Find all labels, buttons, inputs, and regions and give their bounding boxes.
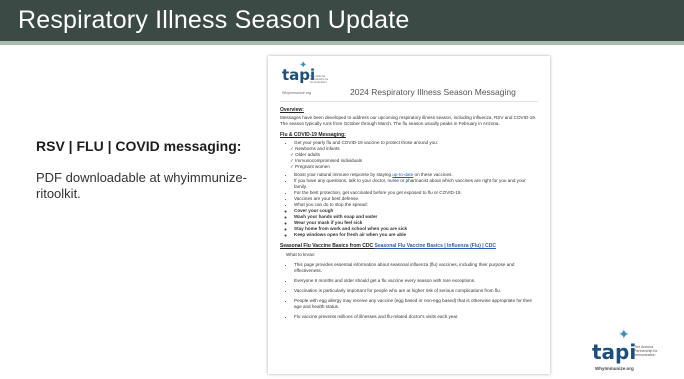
document-header: ✦ tapi The Arizona Partnership for Immun… <box>280 61 538 102</box>
cdc-heading: Seasonal Flu Vaccine Basics from CDC Sea… <box>280 243 538 249</box>
list-item: If you have any questions, talk to your … <box>294 178 538 190</box>
overview-text: Messages have been developed to address … <box>280 115 537 126</box>
protect-list: Newborns and infants Older adults Immuno… <box>290 146 538 170</box>
logo-sub: WhyImmunize.org <box>282 91 311 95</box>
list-item: People with egg allergy may receive any … <box>294 298 538 310</box>
list-item: Everyone 6 months and older should get a… <box>294 278 538 284</box>
corner-logo-site: WhyImmunize.org <box>595 366 634 371</box>
slide: Respiratory Illness Season Update RSV | … <box>0 0 684 379</box>
document-title: 2024 Respiratory Illness Season Messagin… <box>350 87 516 97</box>
overview-heading: Overview: <box>280 107 304 113</box>
flu-covid-heading: Flu & COVID-19 Messaging: <box>280 132 346 138</box>
list-item: This page provides essential information… <box>294 262 538 274</box>
list-item: Vaccination is particularly important fo… <box>294 288 538 294</box>
corner-tapi-logo: ✦ tapi The Arizona Partnership for Immun… <box>592 326 664 372</box>
list-item: Pregnant women <box>290 164 538 170</box>
bullet-text: Boost your natural immune response by st… <box>294 172 393 177</box>
messaging-heading: RSV | FLU | COVID messaging: <box>36 138 242 154</box>
left-column: RSV | FLU | COVID messaging: PDF downloa… <box>36 138 256 202</box>
cdc-heading-text: Seasonal Flu Vaccine Basics from CDC <box>280 243 374 249</box>
what-to-know: What to know: <box>286 252 316 257</box>
corner-logo-tagline: The Arizona Partnership for Immunization <box>634 345 658 357</box>
list-item: Keep windows open for fresh air when you… <box>294 232 538 238</box>
know-list: This page provides essential information… <box>288 262 538 320</box>
list-item: Flu vaccine prevents millions of illness… <box>294 314 538 320</box>
slide-title: Respiratory Illness Season Update <box>18 6 410 34</box>
flu-covid-list-2: Boost your natural immune response by st… <box>288 172 538 208</box>
spread-list: Cover your cough Wash your hands with so… <box>294 208 538 238</box>
corner-logo-word: tapi <box>592 340 637 364</box>
title-bar: Respiratory Illness Season Update <box>0 0 684 45</box>
download-description: PDF downloadable at whyimmunize-ritoolki… <box>36 170 247 201</box>
up-to-date-link[interactable]: up-to-date <box>392 172 413 177</box>
logo-tagline: The Arizona Partnership for Immunization <box>310 74 329 84</box>
cdc-link[interactable]: Seasonal Flu Vaccine Basics | Influenza … <box>374 243 495 249</box>
document-preview: ✦ tapi The Arizona Partnership for Immun… <box>268 56 550 374</box>
tapi-logo: ✦ tapi The Arizona Partnership for Immun… <box>280 61 338 97</box>
bullet-text: on these vaccines. <box>413 172 453 177</box>
